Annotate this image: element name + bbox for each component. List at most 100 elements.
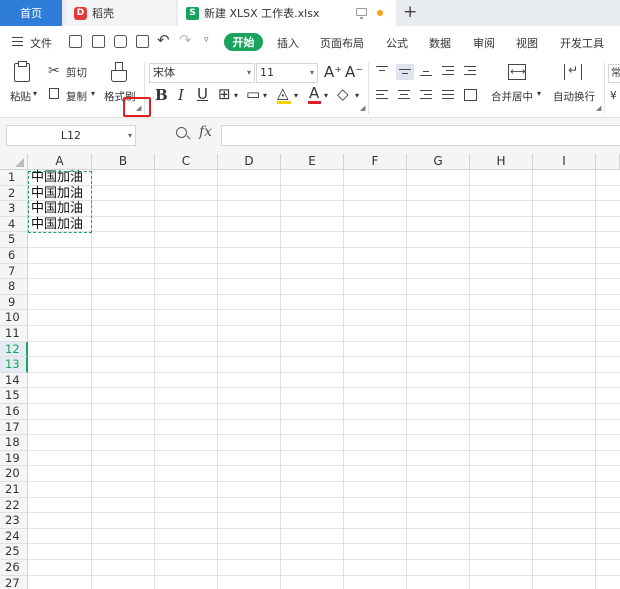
row-header-6[interactable]: 6	[0, 248, 28, 264]
column-header-partial[interactable]	[596, 154, 620, 170]
column-header-b[interactable]: B	[92, 154, 155, 170]
menu-view[interactable]: 视图	[516, 35, 538, 51]
export-pdf-icon[interactable]	[92, 35, 105, 48]
column-header-a[interactable]: A	[28, 154, 92, 170]
column-header-d[interactable]: D	[218, 154, 281, 170]
align-right-icon[interactable]	[420, 90, 432, 100]
borders-icon[interactable]: ⊞	[218, 85, 231, 103]
row-header-11[interactable]: 11	[0, 326, 28, 342]
align-middle-icon[interactable]	[396, 64, 414, 80]
merge-center-button[interactable]: 合并居中	[491, 89, 533, 104]
copy-dropdown-icon[interactable]: ▾	[91, 89, 95, 98]
column-header-f[interactable]: F	[344, 154, 407, 170]
quick-access-dropdown-icon[interactable]: ▿	[204, 35, 209, 45]
row-header-24[interactable]: 24	[0, 528, 28, 545]
clear-format-dropdown-icon[interactable]: ▾	[355, 91, 359, 100]
menu-formulas[interactable]: 公式	[386, 35, 408, 51]
new-tab-plus-icon[interactable]: +	[403, 2, 417, 22]
distributed-align-icon[interactable]	[464, 89, 477, 101]
menu-data[interactable]: 数据	[429, 35, 451, 51]
save-icon[interactable]	[69, 35, 82, 48]
overflow-more-icon[interactable]: ¥	[610, 90, 617, 102]
row-header-19[interactable]: 19	[0, 450, 28, 467]
worksheet-grid[interactable]: A B C D E F G H I 1 2 3 4 5 6 7 8 9 10 11 12 13 14 15 16 17 18 19 20…	[0, 154, 620, 589]
font-color-dropdown-icon[interactable]: ▾	[324, 91, 328, 100]
font-color-icon[interactable]: A	[309, 84, 319, 102]
zoom-icon[interactable]	[176, 127, 187, 138]
row-header-23[interactable]: 23	[0, 513, 28, 529]
borders-dropdown-icon[interactable]: ▾	[234, 91, 238, 100]
row-header-8[interactable]: 8	[0, 279, 28, 295]
row-header-21[interactable]: 21	[0, 482, 28, 498]
row-header-15[interactable]: 15	[0, 388, 28, 404]
font-size-select[interactable]: 11 ▾	[256, 63, 318, 83]
hamburger-icon[interactable]	[12, 37, 23, 46]
row-header-13[interactable]: 13	[0, 357, 28, 373]
wrap-text-button[interactable]: 自动换行	[553, 89, 595, 104]
row-header-10[interactable]: 10	[0, 310, 28, 326]
row-header-1[interactable]: 1	[0, 170, 28, 186]
copy-button[interactable]: 复制	[66, 89, 87, 104]
grow-font-icon[interactable]: A⁺	[324, 63, 342, 81]
fill-color-icon[interactable]: ◬	[277, 84, 289, 102]
cell-style-dropdown-icon[interactable]: ▾	[263, 91, 267, 100]
row-header-4[interactable]: 4	[0, 216, 28, 233]
undo-icon[interactable]: ↶	[157, 31, 170, 49]
column-header-g[interactable]: G	[407, 154, 470, 170]
row-header-2[interactable]: 2	[0, 185, 28, 202]
menu-file[interactable]: 文件	[30, 35, 52, 51]
font-name-select[interactable]: 宋体 ▾	[149, 63, 255, 83]
bold-icon[interactable]: B	[155, 86, 168, 104]
increase-indent-icon[interactable]	[464, 66, 476, 76]
justify-icon[interactable]	[442, 90, 454, 100]
clear-format-icon[interactable]: ◇	[337, 85, 349, 103]
row-header-26[interactable]: 26	[0, 560, 28, 576]
align-top-icon[interactable]	[376, 66, 388, 76]
row-header-14[interactable]: 14	[0, 372, 28, 389]
fill-color-dropdown-icon[interactable]: ▾	[294, 91, 298, 100]
column-header-i[interactable]: I	[533, 154, 596, 170]
align-left-icon[interactable]	[376, 90, 388, 100]
format-painter-icon[interactable]	[111, 62, 127, 82]
column-header-c[interactable]: C	[155, 154, 218, 170]
formula-input[interactable]	[221, 125, 620, 146]
row-header-25[interactable]: 25	[0, 544, 28, 560]
print-preview-icon[interactable]	[136, 35, 149, 48]
row-header-3[interactable]: 3	[0, 201, 28, 217]
tab-daoke[interactable]: D 稻壳	[66, 0, 176, 26]
window-monitor-icon[interactable]	[356, 8, 367, 19]
italic-icon[interactable]: I	[178, 86, 184, 104]
insert-function-icon[interactable]: fx	[199, 124, 212, 140]
row-header-5[interactable]: 5	[0, 232, 28, 248]
cell-style-icon[interactable]: ▭	[246, 85, 260, 103]
number-format-select[interactable]: 常	[608, 64, 620, 83]
menu-insert[interactable]: 插入	[277, 35, 299, 51]
select-all-corner[interactable]	[0, 154, 28, 170]
column-header-h[interactable]: H	[470, 154, 533, 170]
align-bottom-icon[interactable]	[420, 66, 432, 77]
column-header-e[interactable]: E	[281, 154, 344, 170]
paste-icon[interactable]	[14, 61, 30, 82]
cut-button[interactable]: 剪切	[66, 65, 87, 80]
underline-icon[interactable]: U	[197, 85, 208, 103]
menu-developer[interactable]: 开发工具	[560, 35, 604, 51]
redo-icon[interactable]: ↷	[179, 31, 192, 49]
font-launcher-icon[interactable]: ◢	[360, 104, 365, 112]
row-header-17[interactable]: 17	[0, 419, 28, 436]
align-center-icon[interactable]	[398, 90, 410, 100]
row-header-9[interactable]: 9	[0, 294, 28, 311]
print-icon[interactable]	[114, 35, 127, 48]
name-box[interactable]: L12 ▾	[6, 125, 136, 146]
row-header-12[interactable]: 12	[0, 341, 28, 358]
row-header-27[interactable]: 27	[0, 575, 28, 589]
paste-button[interactable]: 粘贴	[10, 89, 31, 104]
alignment-launcher-icon[interactable]: ◢	[596, 104, 601, 112]
shrink-font-icon[interactable]: A⁻	[345, 63, 363, 81]
row-header-20[interactable]: 20	[0, 466, 28, 482]
row-header-18[interactable]: 18	[0, 435, 28, 451]
menu-review[interactable]: 审阅	[473, 35, 495, 51]
wrap-text-icon[interactable]	[564, 63, 582, 80]
merge-cells-icon[interactable]	[508, 64, 526, 80]
menu-page-layout[interactable]: 页面布局	[320, 35, 364, 51]
merge-dropdown-icon[interactable]: ▾	[537, 89, 541, 98]
